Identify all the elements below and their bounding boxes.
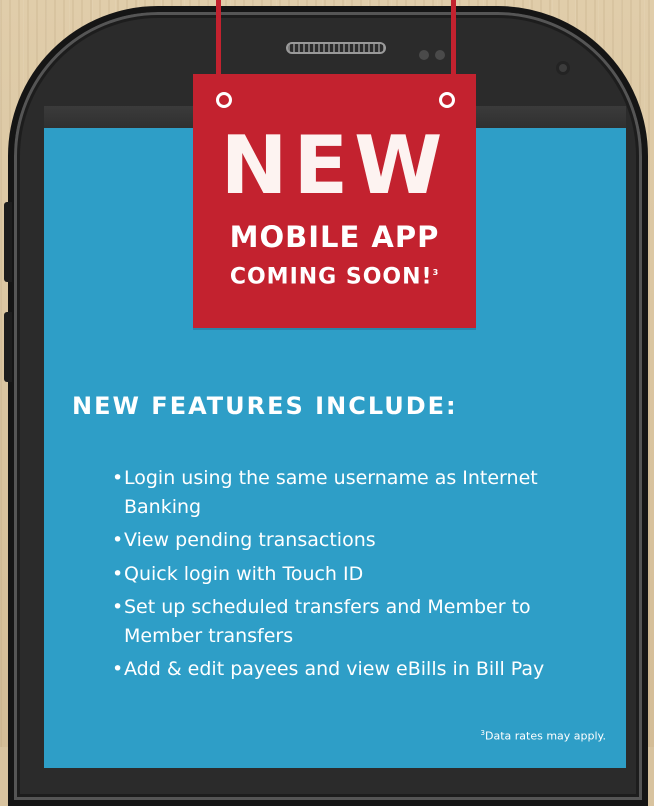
features-title: NEW FEATURES INCLUDE:	[72, 392, 458, 420]
feature-text: Login using the same username as Interne…	[124, 467, 538, 518]
phone-volume-button	[4, 202, 12, 282]
bullet-icon: •	[112, 529, 124, 551]
feature-text: Add & edit payees and view eBills in Bil…	[124, 658, 545, 680]
bullet-icon: •	[112, 596, 124, 618]
sign-hole-icon	[439, 92, 455, 108]
sign-hole-icon	[216, 92, 232, 108]
footnote: 3Data rates may apply.	[481, 729, 606, 743]
list-item: • Login using the same username as Intern…	[112, 464, 612, 521]
sign-coming-soon-text: COMING SOON!	[229, 264, 433, 290]
features-list: • Login using the same username as Intern…	[112, 464, 612, 689]
bullet-icon: •	[112, 467, 124, 489]
sign-headline: NEW	[220, 119, 449, 212]
announcement-sign: NEW MOBILE APP COMING SOON!3	[193, 74, 476, 328]
list-item: • Quick login with Touch ID	[112, 560, 612, 589]
speaker-grille-icon	[286, 42, 386, 54]
camera-icon	[559, 64, 567, 72]
bullet-icon: •	[112, 658, 124, 680]
feature-text: Quick login with Touch ID	[124, 562, 364, 585]
phone-side-button	[4, 312, 12, 382]
feature-text: View pending transactions	[124, 529, 376, 551]
footnote-text: Data rates may apply.	[485, 729, 606, 743]
list-item: • Add & edit payees and view eBills in Bi…	[112, 655, 612, 684]
feature-text: Set up scheduled transfers and Member to…	[124, 596, 531, 647]
list-item: • View pending transactions	[112, 526, 612, 555]
list-item: • Set up scheduled transfers and Member t…	[112, 593, 612, 650]
bullet-icon: •	[112, 562, 124, 585]
sensor-icon	[435, 50, 445, 60]
sign-footnote-marker: 3	[432, 268, 440, 277]
sensor-icon	[419, 50, 429, 60]
sign-subheadline: MOBILE APP	[229, 220, 440, 254]
sign-coming-soon: COMING SOON!3	[193, 259, 476, 291]
